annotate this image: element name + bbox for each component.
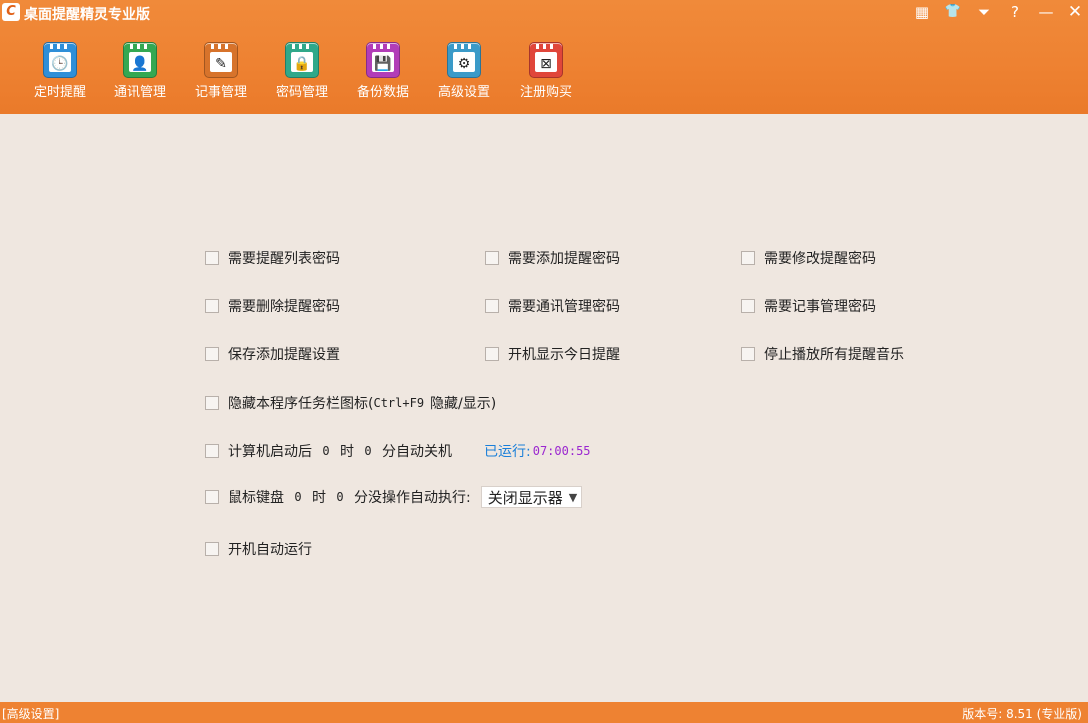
close-icon[interactable]: ✕ bbox=[1062, 2, 1088, 22]
tab-notes[interactable]: ✎ 记事管理 bbox=[189, 36, 253, 100]
option-stop-all-music[interactable]: 停止播放所有提醒音乐 bbox=[741, 344, 904, 364]
tab-scheduled-reminder[interactable]: 🕒 定时提醒 bbox=[28, 36, 92, 100]
option-show-today-on-boot[interactable]: 开机显示今日提醒 bbox=[485, 344, 620, 364]
checkbox[interactable] bbox=[485, 347, 499, 361]
checkbox[interactable] bbox=[205, 396, 219, 410]
option-autostart[interactable]: 开机自动运行 bbox=[205, 539, 312, 559]
tab-label: 高级设置 bbox=[437, 85, 490, 100]
tab-passwords[interactable]: 🔒 密码管理 bbox=[270, 36, 334, 100]
contacts-icon: 👤 bbox=[123, 42, 157, 78]
option-require-notes-password[interactable]: 需要记事管理密码 bbox=[741, 296, 876, 316]
checkbox[interactable] bbox=[205, 251, 219, 265]
menu-dropdown-icon[interactable]: ⏷ bbox=[971, 2, 997, 22]
help-icon[interactable]: ? bbox=[1002, 2, 1028, 22]
tab-label: 定时提醒 bbox=[33, 85, 86, 100]
tab-backup[interactable]: 💾 备份数据 bbox=[351, 36, 415, 100]
option-require-edit-password[interactable]: 需要修改提醒密码 bbox=[741, 248, 876, 268]
advanced-settings-panel: 需要提醒列表密码 需要添加提醒密码 需要修改提醒密码 需要删除提醒密码 需要通讯… bbox=[0, 114, 1088, 702]
option-require-delete-password[interactable]: 需要删除提醒密码 bbox=[205, 296, 340, 316]
app-logo-icon: C bbox=[2, 3, 20, 21]
option-label: 保存添加提醒设置 bbox=[228, 347, 340, 363]
runtime-value: 07:00:55 bbox=[532, 444, 591, 458]
idle-action-selected: 关闭显示器 bbox=[487, 488, 563, 507]
backup-disk-icon: 💾 bbox=[366, 42, 400, 78]
tab-contacts[interactable]: 👤 通讯管理 bbox=[108, 36, 172, 100]
checkbox[interactable] bbox=[741, 347, 755, 361]
option-auto-shutdown[interactable]: 计算机启动后 0 时 0 分自动关机 已运行: 07:00:55 bbox=[205, 441, 591, 461]
idle-hours-field[interactable]: 0 bbox=[284, 490, 312, 504]
option-label: 需要修改提醒密码 bbox=[764, 251, 876, 267]
shortcut-text: Ctrl+F9 bbox=[373, 396, 425, 410]
option-label: 需要添加提醒密码 bbox=[508, 251, 620, 267]
option-label: 计算机启动后 bbox=[228, 444, 312, 460]
hour-unit-label: 时 bbox=[340, 444, 354, 460]
alarm-clock-icon: 🕒 bbox=[43, 42, 77, 78]
option-save-add-settings[interactable]: 保存添加提醒设置 bbox=[205, 344, 340, 364]
app-title: 桌面提醒精灵专业版 bbox=[24, 7, 150, 23]
option-require-list-password[interactable]: 需要提醒列表密码 bbox=[205, 248, 340, 268]
option-label-suffix: 分自动关机 bbox=[382, 444, 452, 460]
status-current-section: [高级设置] bbox=[2, 707, 60, 721]
advanced-settings-gear-icon: ⚙ bbox=[447, 42, 481, 78]
option-label: 需要删除提醒密码 bbox=[228, 299, 340, 315]
option-label: 鼠标键盘 bbox=[228, 490, 284, 506]
option-label: 开机显示今日提醒 bbox=[508, 347, 620, 363]
status-bar: [高级设置] 版本号: 8.51 (专业版) bbox=[0, 702, 1088, 723]
option-label: 停止播放所有提醒音乐 bbox=[764, 347, 904, 363]
idle-minutes-field[interactable]: 0 bbox=[326, 490, 354, 504]
option-label-suffix: 隐藏/显示) bbox=[430, 396, 497, 412]
option-label: 隐藏本程序任务栏图标( bbox=[228, 396, 374, 412]
checkbox[interactable] bbox=[205, 347, 219, 361]
tab-label: 注册购买 bbox=[519, 85, 572, 100]
notepad-icon: ✎ bbox=[204, 42, 238, 78]
skin-shirt-icon[interactable]: 👕 bbox=[940, 2, 966, 22]
active-tab-indicator bbox=[446, 108, 484, 136]
option-hide-taskbar-icon[interactable]: 隐藏本程序任务栏图标( Ctrl+F9 隐藏/显示) bbox=[205, 393, 496, 413]
checkbox[interactable] bbox=[741, 251, 755, 265]
dropdown-arrow-icon: ▼ bbox=[568, 490, 578, 504]
option-label: 开机自动运行 bbox=[228, 542, 312, 558]
checkbox[interactable] bbox=[485, 299, 499, 313]
checkbox[interactable] bbox=[205, 299, 219, 313]
checkbox[interactable] bbox=[741, 299, 755, 313]
tab-register-purchase[interactable]: ⊠ 注册购买 bbox=[514, 36, 578, 100]
tab-label: 记事管理 bbox=[194, 85, 247, 100]
option-label-suffix: 分没操作自动执行: bbox=[354, 490, 471, 506]
shutdown-hours-field[interactable]: 0 bbox=[312, 444, 340, 458]
checkbox[interactable] bbox=[205, 542, 219, 556]
register-purchase-icon: ⊠ bbox=[529, 42, 563, 78]
title-bar: C 桌面提醒精灵专业版 ▦ 👕 ⏷ ? — ✕ bbox=[0, 0, 1088, 26]
shutdown-minutes-field[interactable]: 0 bbox=[354, 444, 382, 458]
option-require-contacts-password[interactable]: 需要通讯管理密码 bbox=[485, 296, 620, 316]
calendar-icon[interactable]: ▦ bbox=[909, 2, 935, 22]
minimize-icon[interactable]: — bbox=[1033, 2, 1059, 22]
password-lock-icon: 🔒 bbox=[285, 42, 319, 78]
tab-label: 通讯管理 bbox=[113, 85, 166, 100]
tab-label: 备份数据 bbox=[356, 85, 409, 100]
option-label: 需要提醒列表密码 bbox=[228, 251, 340, 267]
status-version: 版本号: 8.51 (专业版) bbox=[962, 707, 1082, 721]
option-require-add-password[interactable]: 需要添加提醒密码 bbox=[485, 248, 620, 268]
option-label: 需要通讯管理密码 bbox=[508, 299, 620, 315]
tab-label: 密码管理 bbox=[275, 85, 328, 100]
header: C 桌面提醒精灵专业版 ▦ 👕 ⏷ ? — ✕ 🕒 定时提醒 👤 通讯管理 ✎ … bbox=[0, 0, 1088, 136]
checkbox[interactable] bbox=[485, 251, 499, 265]
tab-advanced-settings[interactable]: ⚙ 高级设置 bbox=[432, 36, 496, 100]
runtime-label: 已运行: bbox=[484, 444, 531, 460]
checkbox[interactable] bbox=[205, 490, 219, 504]
option-idle-action[interactable]: 鼠标键盘 0 时 0 分没操作自动执行: 关闭显示器 ▼ bbox=[205, 486, 583, 508]
hour-unit-label: 时 bbox=[312, 490, 326, 506]
checkbox[interactable] bbox=[205, 444, 219, 458]
option-label: 需要记事管理密码 bbox=[764, 299, 876, 315]
idle-action-select[interactable]: 关闭显示器 ▼ bbox=[480, 486, 583, 508]
